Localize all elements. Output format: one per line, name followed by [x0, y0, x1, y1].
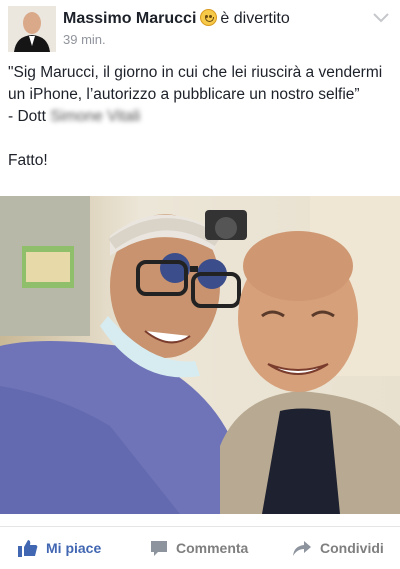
comment-button[interactable]: Commenta	[150, 537, 248, 559]
thumbs-up-icon	[18, 540, 38, 557]
share-arrow-icon	[293, 540, 311, 556]
feeling-text: è divertito	[220, 10, 290, 27]
post-quote: "Sig Marucci, il giorno in cui che lei r…	[8, 64, 383, 103]
share-button[interactable]: Condividi	[292, 537, 384, 559]
post-closing: Fatto!	[8, 152, 48, 169]
comment-bubble-icon	[151, 540, 167, 556]
smiling-face-icon	[200, 9, 218, 26]
timestamp[interactable]: 39 min.	[63, 32, 106, 47]
author-name[interactable]: Massimo Marucci	[63, 10, 196, 27]
chevron-down-icon[interactable]	[372, 12, 390, 24]
post-text: "Sig Marucci, il giorno in cui che lei r…	[8, 62, 392, 172]
avatar[interactable]	[8, 6, 56, 52]
share-label: Condividi	[320, 540, 384, 556]
selfie-image	[0, 196, 400, 514]
like-button[interactable]: Mi piace	[18, 537, 101, 559]
signature-prefix: - Dott	[8, 108, 51, 125]
blurred-name: Simone Vitali	[50, 108, 141, 125]
comment-label: Commenta	[176, 540, 249, 556]
post-header: Massimo Marucci è divertito 39 min.	[0, 0, 400, 56]
post-signature: - Dott Simone Vitali	[8, 106, 392, 128]
author-line: Massimo Marucci è divertito	[63, 9, 290, 29]
post-photo[interactable]	[0, 196, 400, 514]
action-bar: Mi piace Commenta Condividi	[0, 526, 400, 569]
like-label: Mi piace	[46, 540, 102, 556]
